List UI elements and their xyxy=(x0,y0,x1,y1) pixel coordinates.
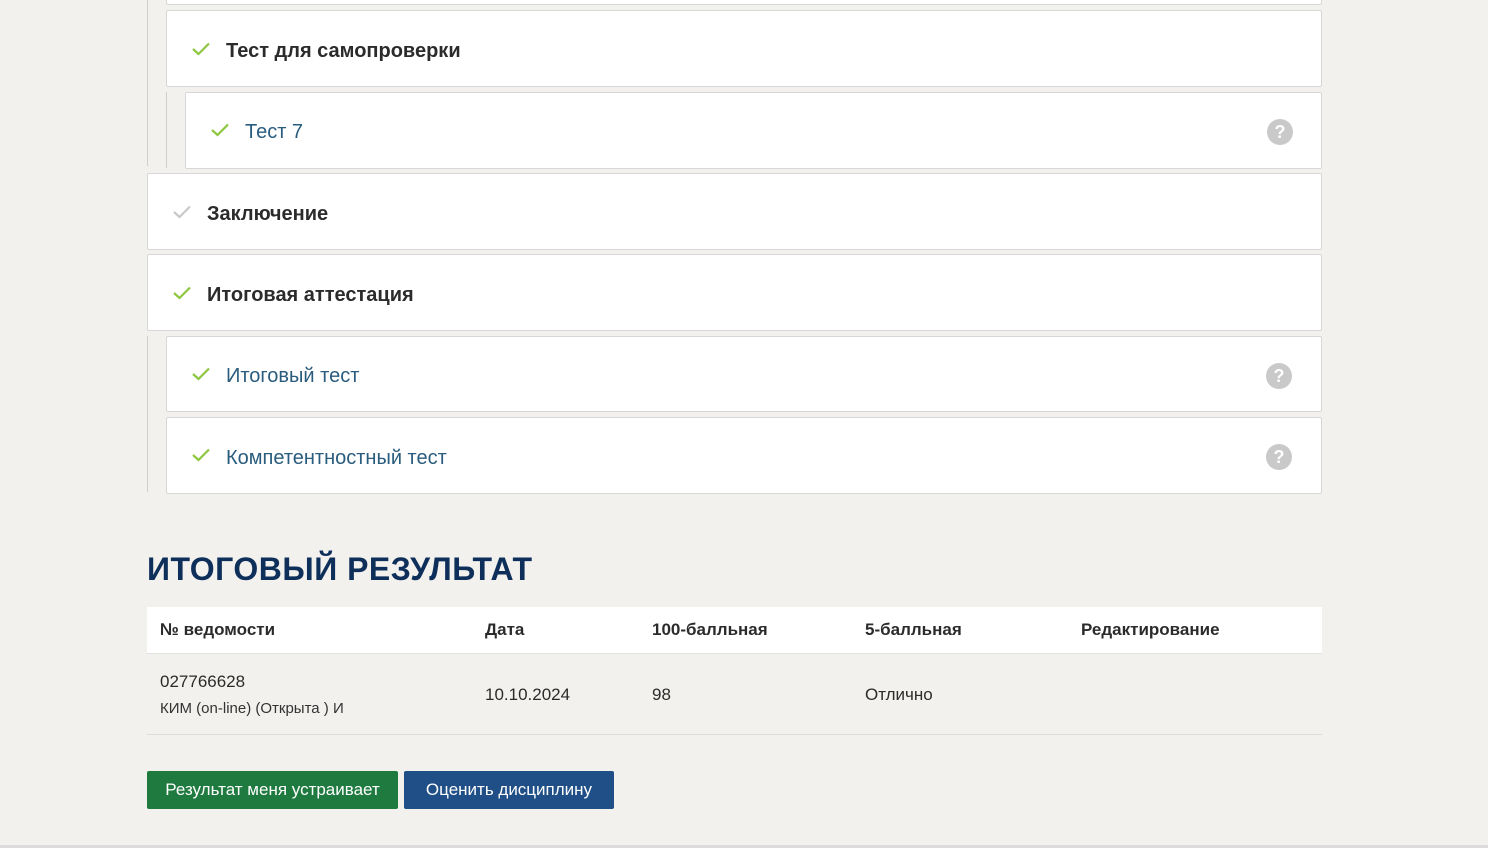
score-100: 98 xyxy=(652,685,671,704)
course-test-competence[interactable]: Компетентностный тест ? xyxy=(166,417,1322,494)
column-header: 5-балльная xyxy=(865,620,962,639)
record-date: 10.10.2024 xyxy=(485,685,571,704)
rate-discipline-button[interactable]: Оценить дисциплину xyxy=(404,771,614,809)
check-icon xyxy=(192,367,210,381)
page-title: ИТОГОВЫЙ РЕЗУЛЬТАТ xyxy=(147,551,533,587)
test-link[interactable]: Тест 7 xyxy=(245,120,303,144)
course-test-final[interactable]: Итоговый тест ? xyxy=(166,336,1322,412)
column-header: № ведомости xyxy=(160,620,276,639)
column-header: Редактирование xyxy=(1081,620,1220,639)
course-section-self-test[interactable]: Тест для самопроверки xyxy=(166,10,1322,87)
table-row: 027766628 КИМ (on-line) (Открыта ) И 10.… xyxy=(147,654,1322,735)
score-5: Отлично xyxy=(865,685,933,704)
test-link[interactable]: Итоговый тест xyxy=(226,364,359,388)
accept-result-button[interactable]: Результат меня устраивает xyxy=(147,771,398,809)
check-icon xyxy=(173,205,191,219)
test-link[interactable]: Компетентностный тест xyxy=(226,446,447,470)
previous-item-card xyxy=(166,0,1322,5)
course-test-7[interactable]: Тест 7 ? xyxy=(185,92,1322,169)
help-icon[interactable]: ? xyxy=(1266,363,1292,389)
check-icon xyxy=(211,123,229,137)
results-table: № ведомости Дата 100-балльная 5-балльная… xyxy=(147,607,1322,735)
tree-line xyxy=(147,336,148,492)
course-section-final-attestation[interactable]: Итоговая аттестация xyxy=(147,254,1322,331)
course-section-conclusion[interactable]: Заключение xyxy=(147,173,1322,250)
tree-line xyxy=(147,0,148,166)
section-label: Итоговая аттестация xyxy=(207,284,414,306)
section-label: Тест для самопроверки xyxy=(226,40,461,62)
check-icon xyxy=(192,448,210,462)
check-icon xyxy=(192,42,210,56)
help-icon[interactable]: ? xyxy=(1266,444,1292,470)
help-icon[interactable]: ? xyxy=(1267,119,1293,145)
section-label: Заключение xyxy=(207,203,329,225)
record-type: КИМ (on-line) (Открыта ) И xyxy=(160,700,344,717)
check-icon xyxy=(173,286,191,300)
tree-line xyxy=(166,92,167,168)
column-header: Дата xyxy=(485,620,525,639)
column-header: 100-балльная xyxy=(652,620,768,639)
record-number: 027766628 xyxy=(160,672,246,691)
table-header: № ведомости Дата 100-балльная 5-балльная… xyxy=(147,607,1322,654)
